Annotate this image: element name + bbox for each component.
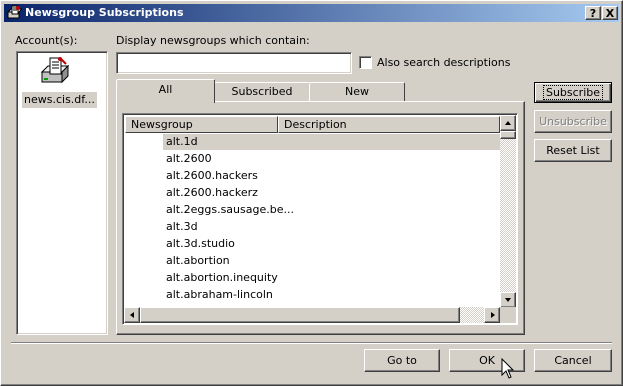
- scroll-up-button[interactable]: [500, 115, 516, 131]
- list-item[interactable]: alt.2600: [163, 151, 212, 167]
- tab-subscribed-label: Subscribed: [231, 85, 293, 98]
- help-button[interactable]: ?: [585, 6, 601, 20]
- scroll-left-button[interactable]: [124, 307, 140, 323]
- mouse-cursor-icon: [501, 358, 515, 379]
- window-title: Newsgroup Subscriptions: [25, 6, 184, 19]
- also-search-descriptions-checkbox[interactable]: [359, 56, 372, 69]
- left-arrow-icon: [130, 312, 134, 318]
- list-item[interactable]: alt.2600.hackers: [163, 168, 258, 184]
- list-item[interactable]: alt.1d: [163, 134, 501, 150]
- footer-separator: [11, 342, 612, 344]
- newsgroup-list[interactable]: Newsgroup Description alt.1d alt.2600 al…: [122, 113, 518, 325]
- down-arrow-icon: [505, 298, 511, 302]
- reset-list-button[interactable]: Reset List: [534, 139, 612, 162]
- tab-new[interactable]: New: [309, 82, 405, 102]
- scroll-down-button[interactable]: [500, 292, 516, 308]
- tab-all[interactable]: All: [116, 79, 215, 103]
- go-to-button[interactable]: Go to: [364, 349, 440, 372]
- newsgroup-subscriptions-dialog: Newsgroup Subscriptions ? X Account(s): …: [0, 0, 623, 386]
- list-item[interactable]: alt.2600.hackerz: [163, 185, 258, 201]
- list-item[interactable]: alt.abortion.inequity: [163, 270, 278, 286]
- close-button[interactable]: X: [602, 6, 618, 20]
- filter-input[interactable]: [116, 52, 352, 74]
- list-item[interactable]: alt.abraham-lincoln: [163, 287, 273, 303]
- unsubscribe-button[interactable]: Unsubscribe: [534, 110, 612, 133]
- go-to-button-label: Go to: [387, 354, 417, 367]
- right-arrow-icon: [491, 312, 495, 318]
- accounts-list[interactable]: news.cis.df...: [16, 51, 108, 335]
- title-bar[interactable]: Newsgroup Subscriptions ? X: [4, 4, 619, 22]
- also-search-descriptions-label[interactable]: Also search descriptions: [377, 56, 510, 69]
- reset-list-button-label: Reset List: [546, 144, 600, 157]
- account-item-label: news.cis.df...: [24, 93, 95, 106]
- cancel-button-label: Cancel: [554, 354, 592, 367]
- column-header-description[interactable]: Description: [278, 116, 500, 133]
- list-item[interactable]: alt.abortion: [163, 253, 230, 269]
- accounts-label: Account(s):: [15, 34, 78, 47]
- list-item[interactable]: alt.2eggs.sausage.be...: [163, 202, 294, 218]
- news-server-icon: [40, 57, 70, 84]
- ok-button-label: OK: [479, 354, 495, 367]
- subscribe-button[interactable]: Subscribe: [534, 82, 612, 103]
- cancel-button[interactable]: Cancel: [534, 349, 612, 372]
- scroll-right-button[interactable]: [484, 307, 500, 323]
- subscribe-button-label: Subscribe: [542, 85, 604, 100]
- account-item[interactable]: news.cis.df...: [22, 92, 97, 108]
- up-arrow-icon: [505, 121, 511, 125]
- horizontal-scrollbar[interactable]: [124, 307, 500, 323]
- horizontal-scroll-thumb[interactable]: [140, 307, 460, 323]
- vertical-scrollbar[interactable]: [500, 115, 516, 308]
- tab-new-label: New: [345, 85, 369, 98]
- scrollbar-corner: [500, 307, 516, 323]
- list-item[interactable]: alt.3d: [163, 219, 198, 235]
- unsubscribe-button-label: Unsubscribe: [539, 115, 607, 128]
- newsgroup-icon: [6, 5, 22, 19]
- tab-subscribed[interactable]: Subscribed: [214, 82, 310, 102]
- vertical-scroll-thumb[interactable]: [500, 131, 516, 139]
- list-item[interactable]: alt.3d.studio: [163, 236, 235, 252]
- filter-label: Display newsgroups which contain:: [116, 34, 310, 47]
- column-header-newsgroup[interactable]: Newsgroup: [125, 116, 278, 133]
- tab-all-label: All: [158, 83, 173, 96]
